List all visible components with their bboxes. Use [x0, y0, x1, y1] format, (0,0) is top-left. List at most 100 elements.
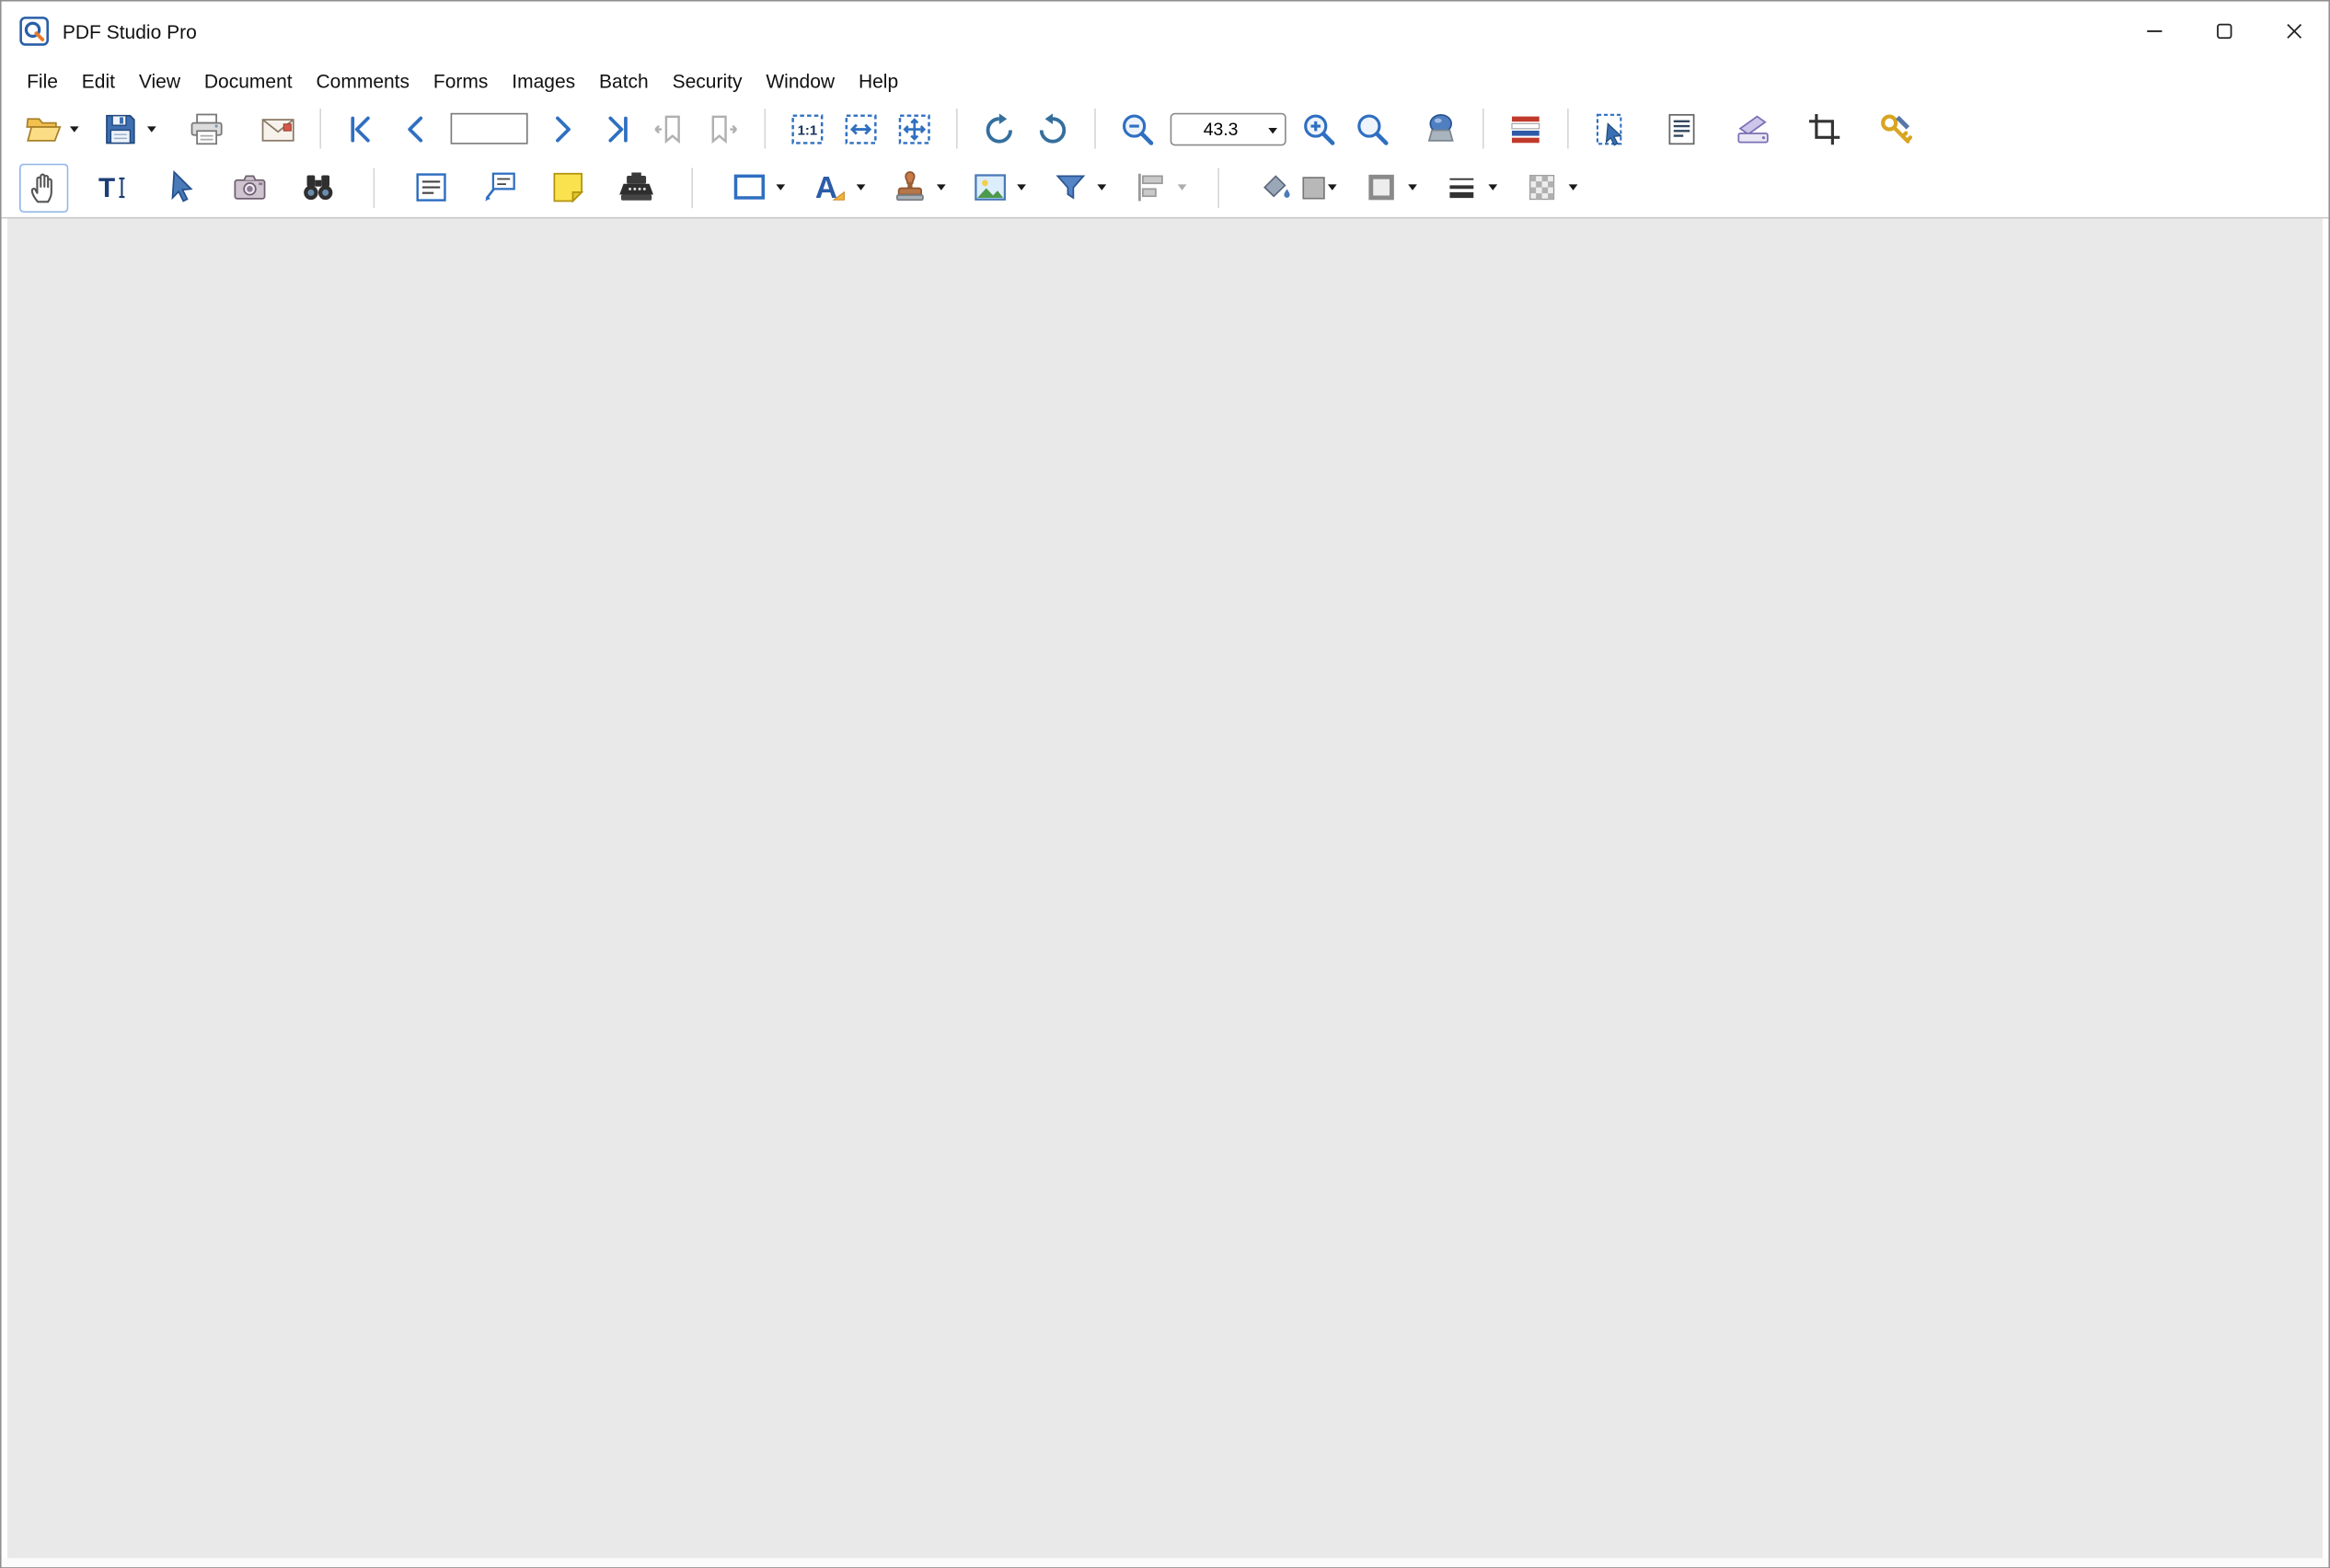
zoom-tool-button[interactable]	[1349, 107, 1397, 151]
magnifier-icon	[1353, 110, 1391, 148]
object-select-tool-button[interactable]	[156, 163, 205, 212]
snapshot-tool-button[interactable]	[225, 163, 273, 212]
bookmark-forward-icon	[705, 110, 741, 146]
zoom-in-button[interactable]	[1295, 107, 1343, 151]
align-group	[1125, 163, 1186, 212]
line-width-button[interactable]	[1436, 163, 1485, 212]
zoom-level-combobox[interactable]: 43.3	[1171, 112, 1286, 145]
maximize-button[interactable]	[2189, 2, 2259, 62]
cursor-arrow-icon	[161, 168, 200, 207]
text-box-tool-button[interactable]	[406, 163, 455, 212]
close-button[interactable]	[2258, 2, 2328, 62]
sticky-note-tool-button[interactable]	[543, 163, 592, 212]
zoom-dropdown-arrow-icon[interactable]	[1268, 127, 1277, 133]
menu-edit[interactable]: Edit	[70, 63, 127, 98]
shape-dropdown-arrow-icon[interactable]	[776, 184, 785, 190]
edit-content-button[interactable]	[1658, 107, 1706, 151]
chevron-right-icon	[544, 110, 580, 146]
image-group	[965, 163, 1026, 212]
last-page-button[interactable]	[592, 107, 640, 151]
fit-page-button[interactable]	[891, 107, 939, 151]
save-dropdown-arrow-icon[interactable]	[147, 126, 156, 132]
border-color-dropdown-arrow-icon[interactable]	[1408, 184, 1417, 190]
filter-tool-button[interactable]	[1045, 163, 1094, 212]
document-canvas[interactable]	[7, 219, 2323, 1558]
security-sign-button[interactable]	[1872, 107, 1920, 151]
align-dropdown-arrow-icon[interactable]	[1178, 184, 1187, 190]
previous-page-button[interactable]	[393, 107, 441, 151]
next-page-button[interactable]	[538, 107, 586, 151]
menu-help[interactable]: Help	[847, 63, 910, 98]
image-icon	[970, 168, 1009, 207]
fill-color-swatch[interactable]	[1302, 176, 1324, 198]
callout-icon	[479, 168, 518, 207]
stamp-tool-button[interactable]	[884, 163, 933, 212]
print-button[interactable]	[183, 107, 231, 151]
svg-text:T: T	[98, 173, 114, 203]
crop-button[interactable]	[1801, 107, 1849, 151]
fit-page-icon	[895, 110, 934, 148]
align-tool-button[interactable]	[1125, 163, 1174, 212]
image-tool-button[interactable]	[965, 163, 1014, 212]
menu-images[interactable]: Images	[500, 63, 587, 98]
menu-document[interactable]: Document	[192, 63, 305, 98]
toolbar-separator	[956, 109, 958, 149]
line-width-dropdown-arrow-icon[interactable]	[1488, 184, 1497, 190]
text-markup-dropdown-arrow-icon[interactable]	[857, 184, 866, 190]
text-select-tool-button[interactable]: T	[87, 163, 136, 212]
first-page-button[interactable]	[339, 107, 386, 151]
previous-view-button[interactable]	[645, 107, 693, 151]
actual-size-label: 1:1	[798, 123, 817, 138]
magnifier-minus-icon	[1118, 110, 1157, 148]
striped-lines-button[interactable]	[1502, 107, 1550, 151]
binoculars-icon	[298, 168, 337, 207]
search-tool-button[interactable]	[293, 163, 341, 212]
envelope-icon	[259, 110, 297, 148]
fill-color-dropdown-arrow-icon[interactable]	[1328, 184, 1337, 190]
text-box-icon	[411, 168, 450, 207]
callout-tool-button[interactable]	[474, 163, 523, 212]
minimize-button[interactable]	[2119, 2, 2189, 62]
image-dropdown-arrow-icon[interactable]	[1017, 184, 1026, 190]
scan-button[interactable]	[1729, 107, 1777, 151]
shape-tool-button[interactable]	[724, 163, 773, 212]
menu-forms[interactable]: Forms	[421, 63, 500, 98]
zoom-out-button[interactable]	[1113, 107, 1161, 151]
toolbar-separator	[1567, 109, 1569, 149]
stamp-dropdown-arrow-icon[interactable]	[937, 184, 946, 190]
filter-dropdown-arrow-icon[interactable]	[1097, 184, 1106, 190]
email-button[interactable]	[254, 107, 302, 151]
toolbar-separator	[691, 167, 693, 208]
open-button[interactable]	[19, 107, 67, 151]
actual-size-button[interactable]: 1:1	[784, 107, 832, 151]
app-logo-icon	[19, 17, 49, 46]
rotate-clockwise-button[interactable]	[975, 107, 1023, 151]
border-color-button[interactable]	[1356, 163, 1405, 212]
fit-width-icon	[842, 110, 881, 148]
fill-color-button[interactable]	[1251, 163, 1299, 212]
hand-tool-button[interactable]	[19, 163, 68, 212]
edit-interactive-objects-button[interactable]	[1586, 107, 1634, 151]
menu-file[interactable]: File	[15, 63, 70, 98]
menu-comments[interactable]: Comments	[305, 63, 421, 98]
next-view-button[interactable]	[698, 107, 746, 151]
loupe-tool-button[interactable]	[1417, 107, 1465, 151]
border-color-group	[1356, 163, 1417, 212]
fit-width-button[interactable]	[837, 107, 885, 151]
menu-batch[interactable]: Batch	[587, 63, 661, 98]
shape-tool-group	[724, 163, 785, 212]
transparency-dropdown-arrow-icon[interactable]	[1569, 184, 1578, 190]
transparency-button[interactable]	[1517, 163, 1565, 212]
menu-view[interactable]: View	[127, 63, 192, 98]
page-number-input[interactable]	[451, 113, 528, 144]
rotate-counterclockwise-button[interactable]	[1029, 107, 1077, 151]
open-dropdown-arrow-icon[interactable]	[70, 126, 79, 132]
text-markup-tool-button[interactable]: A	[804, 163, 853, 212]
menu-security[interactable]: Security	[661, 63, 755, 98]
save-button[interactable]	[97, 107, 144, 151]
menu-window[interactable]: Window	[754, 63, 847, 98]
page-cursor-icon	[1591, 110, 1630, 148]
key-icon	[1876, 110, 1915, 148]
typewriter-tool-button[interactable]	[611, 163, 660, 212]
typewriter-icon	[617, 168, 655, 207]
